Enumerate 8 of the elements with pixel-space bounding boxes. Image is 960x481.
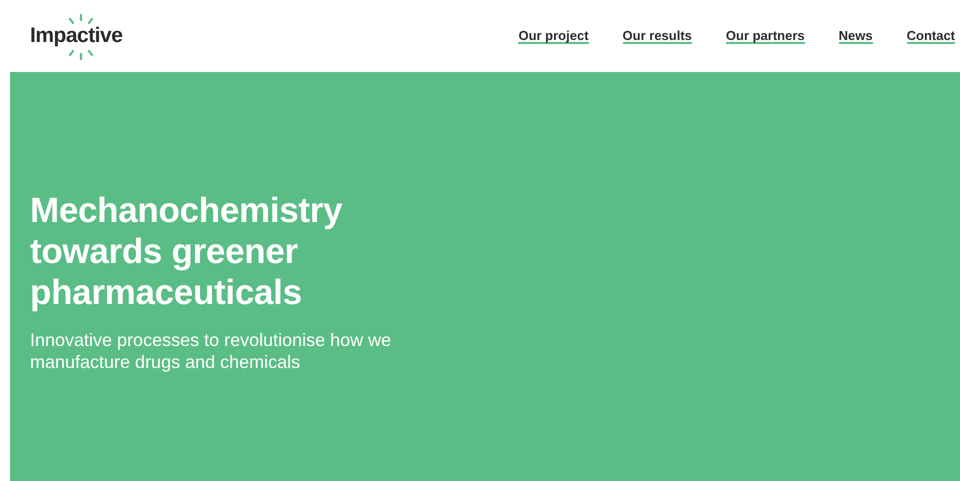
nav-link[interactable]: Our partners xyxy=(726,28,805,44)
hero-subtitle: Innovative processes to revolutionise how we manufacture drugs and chemicals xyxy=(30,329,392,373)
nav-link[interactable]: Contact xyxy=(906,28,955,44)
hero-title: Mechanochemistry towards greener pharmaceuticals xyxy=(30,190,344,313)
nav-link[interactable]: Our project xyxy=(518,28,589,44)
logo[interactable]: Impactive xyxy=(30,24,122,47)
nav-link[interactable]: News xyxy=(838,28,873,44)
nav-link[interactable]: Our results xyxy=(622,28,692,44)
